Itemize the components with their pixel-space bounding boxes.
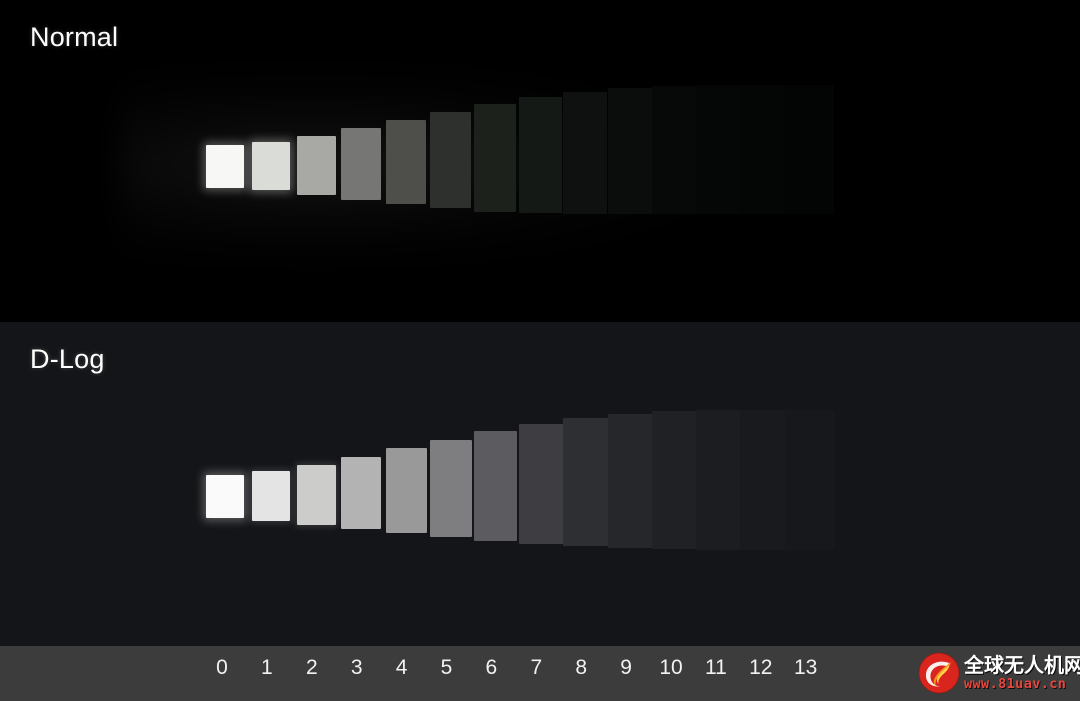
grayscale-patch-1: [252, 142, 290, 190]
grayscale-patch-0: [206, 145, 244, 188]
watermark-text: 全球无人机网 www.81uav.cn: [964, 655, 1080, 692]
scale-label-9: 9: [620, 656, 632, 679]
grayscale-patch-0: [206, 475, 244, 518]
grayscale-patch-3: [341, 128, 381, 200]
grayscale-patch-9: [608, 414, 654, 548]
scale-label-4: 4: [395, 656, 408, 679]
grayscale-patch-1: [252, 471, 290, 521]
grayscale-patch-10: [652, 411, 699, 549]
panel-dlog: [0, 322, 1080, 646]
panel-normal: [0, 0, 1080, 322]
watermark-url: www.81uav.cn: [964, 675, 1067, 692]
scale-label-11: 11: [704, 656, 727, 679]
grayscale-patch-5: [430, 440, 472, 537]
scale-label-3: 3: [350, 656, 363, 679]
scale-label-1: 1: [261, 656, 273, 679]
grayscale-patch-11: [696, 410, 744, 550]
scale-label-6: 6: [485, 656, 498, 679]
grayscale-patch-12: [740, 85, 788, 214]
scale-label-10: 10: [659, 656, 683, 679]
grayscale-patch-7: [519, 424, 563, 544]
grayscale-patch-7: [519, 97, 562, 213]
grayscale-patch-6: [474, 431, 517, 541]
grayscale-patch-10: [652, 86, 698, 214]
grayscale-patch-8: [563, 418, 608, 546]
scale-label-2: 2: [305, 656, 318, 679]
flame-circle-logo-icon: [916, 650, 962, 696]
scale-label-13: 13: [794, 656, 818, 679]
grayscale-step-chart-normal: [0, 0, 1080, 322]
grayscale-patch-4: [386, 448, 427, 533]
panel-label-dlog: D-Log: [30, 344, 105, 374]
grayscale-patch-3: [341, 457, 381, 529]
scale-label-8: 8: [575, 656, 588, 679]
watermark: 全球无人机网 www.81uav.cn: [916, 645, 1080, 701]
watermark-site-name: 全球无人机网: [964, 652, 1080, 677]
grayscale-patch-11: [696, 85, 743, 214]
grayscale-patch-6: [474, 104, 516, 212]
grayscale-patch-13: [785, 410, 835, 550]
dynamic-range-comparison-screenshot: Normal D-Log 0 1 2 3 4 5 6 7 8 9 10 11 12 13 全球无人机网 w…: [0, 0, 1080, 701]
grayscale-patch-12: [740, 410, 789, 550]
grayscale-patch-9: [608, 88, 653, 214]
grayscale-patch-8: [563, 92, 607, 214]
grayscale-patch-2: [297, 465, 336, 525]
scale-label-7: 7: [530, 656, 543, 679]
grayscale-patch-4: [386, 120, 426, 204]
panel-label-normal: Normal: [30, 22, 119, 52]
grayscale-patch-5: [430, 112, 471, 208]
scale-label-12: 12: [749, 656, 773, 679]
grayscale-step-chart-dlog: [0, 322, 1080, 646]
scale-label-0: 0: [216, 656, 228, 679]
grayscale-patch-2: [297, 136, 336, 195]
grayscale-patch-13: [785, 85, 834, 214]
scale-label-5: 5: [440, 656, 453, 679]
